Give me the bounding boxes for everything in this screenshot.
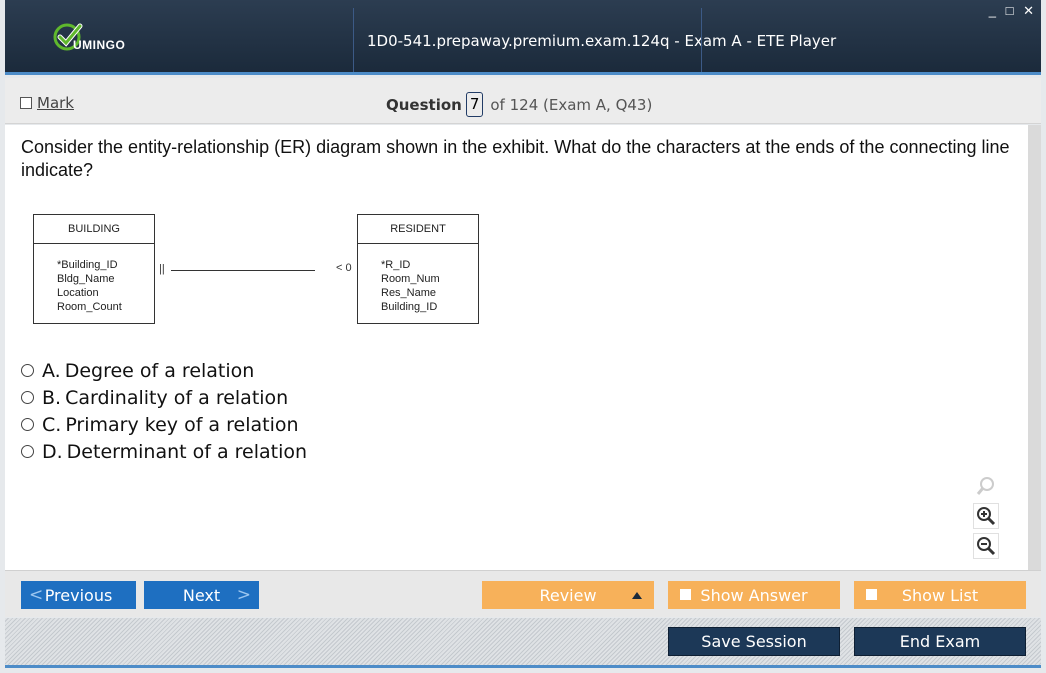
chevron-left-icon: < [29, 585, 44, 605]
logo-text: UMINGO [73, 38, 126, 52]
entity-attribute: Res_Name [381, 287, 437, 299]
bottom-accent-stripe [5, 665, 1041, 668]
entity-name: BUILDING [34, 215, 154, 244]
window-controls[interactable]: _ □ ✕ [989, 3, 1037, 19]
entity-attributes: *Building_ID Bldg_Name Location Room_Cou… [34, 244, 154, 314]
entity-attribute: Building_ID [381, 301, 438, 313]
question-text: Consider the entity-relationship (ER) di… [21, 137, 1010, 180]
question-number-input[interactable]: 7 [465, 92, 484, 117]
answer-option-d[interactable]: D. Determinant of a relation [21, 438, 307, 465]
window-title: 1D0-541.prepaway.premium.exam.124q - Exa… [367, 32, 837, 50]
checkbox-icon[interactable] [866, 589, 877, 600]
entity-attributes: *R_ID Room_Num Res_Name Building_ID [358, 244, 478, 314]
option-text: Primary key of a relation [65, 413, 299, 436]
next-label: Next [182, 585, 221, 605]
option-letter: D. [42, 440, 63, 463]
previous-label: Previous [44, 585, 113, 605]
bottom-bar: Save Session End Exam [5, 618, 1041, 665]
answer-option-b[interactable]: B. Cardinality of a relation [21, 384, 307, 411]
zoom-controls [973, 473, 1001, 563]
er-entity-building: BUILDING *Building_ID Bldg_Name Location… [33, 214, 155, 324]
relationship-line [171, 270, 315, 271]
previous-button[interactable]: < Previous [21, 581, 136, 609]
show-list-button[interactable]: Show List [854, 581, 1026, 609]
show-answer-label: Show Answer [700, 585, 808, 605]
entity-attribute: Bldg_Name [57, 273, 115, 285]
answer-option-a[interactable]: A. Degree of a relation [21, 357, 307, 384]
entity-attribute: Room_Count [57, 301, 122, 313]
zoom-out-icon[interactable] [973, 533, 999, 559]
chevron-right-icon: > [236, 585, 251, 605]
triangle-up-icon[interactable] [632, 592, 642, 599]
er-entity-resident: RESIDENT *R_ID Room_Num Res_Name Buildin… [357, 214, 479, 324]
option-letter: C. [42, 413, 62, 436]
app-logo: UMINGO [53, 22, 143, 58]
question-content: Consider the entity-relationship (ER) di… [5, 125, 1041, 570]
entity-attribute: Location [57, 287, 99, 299]
entity-attribute: Room_Num [381, 273, 440, 285]
option-letter: A. [42, 359, 61, 382]
radio-icon[interactable] [21, 391, 34, 404]
magnifier-icon[interactable] [973, 473, 999, 499]
radio-icon[interactable] [21, 364, 34, 377]
next-button[interactable]: Next > [144, 581, 259, 609]
relation-end-left: || [159, 263, 165, 275]
app-window: UMINGO 1D0-541.prepaway.premium.exam.124… [0, 0, 1046, 673]
option-letter: B. [42, 386, 62, 409]
answer-options: A. Degree of a relation B. Cardinality o… [21, 357, 307, 465]
show-list-label: Show List [901, 585, 979, 605]
show-answer-button[interactable]: Show Answer [668, 581, 840, 609]
entity-attribute: *Building_ID [57, 259, 118, 271]
vertical-scrollbar[interactable] [1028, 125, 1041, 570]
entity-name: RESIDENT [358, 215, 478, 244]
title-bar: UMINGO 1D0-541.prepaway.premium.exam.124… [5, 0, 1041, 75]
radio-icon[interactable] [21, 418, 34, 431]
end-exam-button[interactable]: End Exam [854, 627, 1026, 656]
mark-label: Mark [37, 94, 74, 112]
question-header: Mark Question 7 of 124 (Exam A, Q43) [5, 78, 1041, 124]
answer-option-c[interactable]: C. Primary key of a relation [21, 411, 307, 438]
mark-checkbox[interactable]: Mark [20, 94, 74, 112]
checkbox-icon[interactable] [680, 589, 691, 600]
save-session-button[interactable]: Save Session [668, 627, 840, 656]
radio-icon[interactable] [21, 445, 34, 458]
option-text: Determinant of a relation [66, 440, 308, 463]
relation-end-right: < 0 [336, 262, 352, 274]
review-button[interactable]: Review [482, 581, 654, 609]
title-separator [701, 8, 702, 72]
question-total: of 124 (Exam A, Q43) [490, 95, 653, 114]
zoom-in-icon[interactable] [973, 503, 999, 529]
question-label: Question [386, 95, 462, 114]
option-text: Degree of a relation [64, 359, 255, 382]
question-counter: Question 7 of 124 (Exam A, Q43) [386, 92, 652, 117]
option-text: Cardinality of a relation [65, 386, 289, 409]
checkbox-icon[interactable] [20, 97, 32, 109]
entity-attribute: *R_ID [381, 259, 411, 271]
navigation-bar: < Previous Next > Review Show Answer Sho… [5, 570, 1041, 617]
review-label: Review [539, 585, 597, 605]
title-separator [353, 8, 354, 72]
